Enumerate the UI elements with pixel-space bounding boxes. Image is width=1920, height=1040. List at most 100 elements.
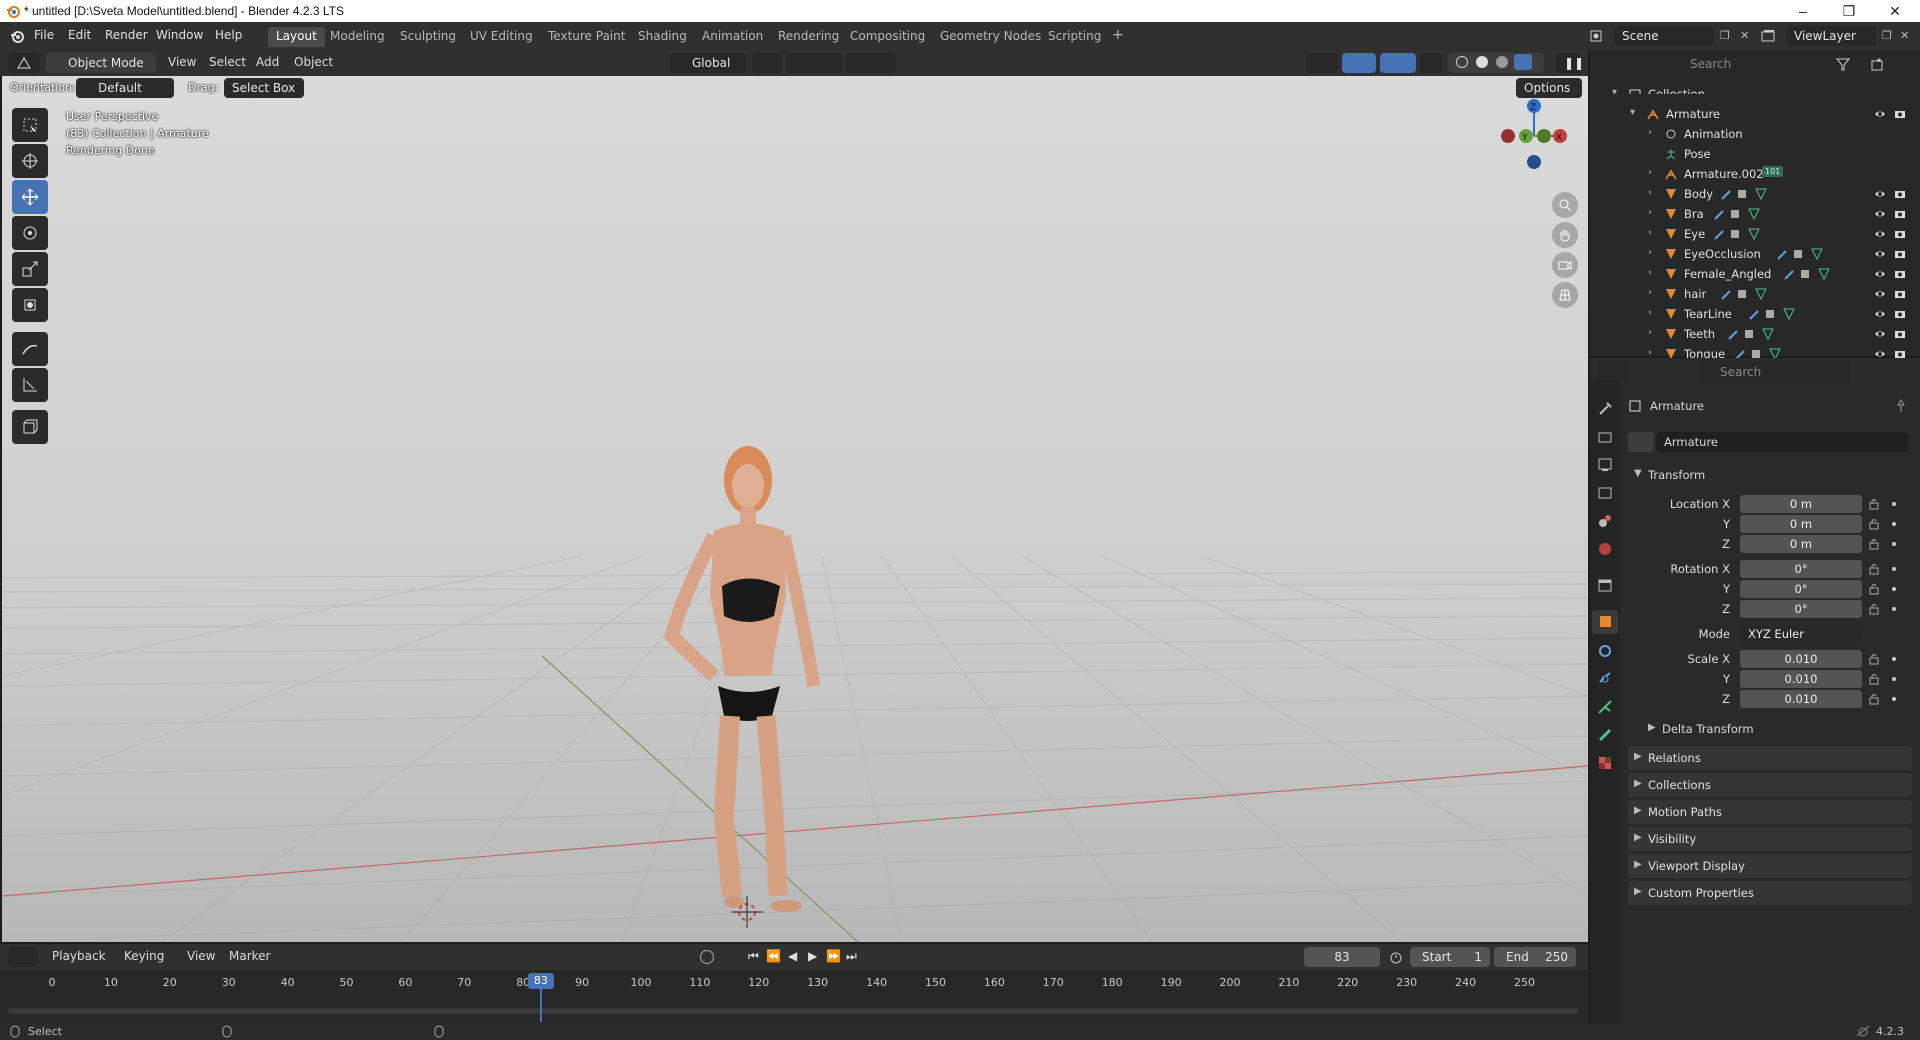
eye-icon[interactable] — [1874, 268, 1886, 280]
menu-window[interactable]: Window — [156, 28, 203, 42]
render-camera-icon[interactable] — [1894, 328, 1906, 340]
vp-menu-select[interactable]: Select — [209, 55, 246, 69]
transform-panel-header[interactable]: ▼ Transform — [1628, 464, 1912, 486]
scene-tab-icon[interactable] — [1596, 512, 1614, 530]
outliner-display-mode-button[interactable] — [1632, 54, 1662, 74]
perspective-toggle-icon[interactable] — [1552, 282, 1578, 308]
keyframe-dot-icon[interactable] — [1892, 607, 1896, 611]
scale-y-field[interactable]: 0.010 — [1740, 670, 1862, 688]
outliner-item[interactable]: ▾ Armature — [1590, 104, 1920, 124]
texture-tab-icon[interactable] — [1596, 754, 1614, 772]
keyframe-dot-icon[interactable] — [1892, 697, 1896, 701]
lock-icon[interactable] — [1868, 693, 1880, 705]
measure-tool[interactable] — [12, 368, 48, 402]
view-layer-new-icon[interactable]: ❐ — [1882, 29, 1892, 42]
transform-tool[interactable] — [12, 288, 48, 322]
jump-prev-keyframe-icon[interactable]: ⏪ — [766, 949, 781, 963]
object-tab-icon[interactable] — [1592, 610, 1618, 634]
tab-geometry-nodes[interactable]: Geometry Nodes — [932, 27, 1049, 47]
expand-arrow-icon[interactable]: › — [1648, 207, 1652, 218]
pin-icon[interactable] — [1894, 399, 1908, 413]
minimize-button[interactable]: – — [1780, 0, 1826, 22]
end-frame-field[interactable]: End 250 — [1494, 947, 1576, 967]
view-layer-tab-icon[interactable] — [1596, 484, 1614, 502]
expand-arrow-icon[interactable]: › — [1648, 227, 1652, 238]
keyframe-dot-icon[interactable] — [1892, 502, 1896, 506]
output-tab-icon[interactable] — [1596, 456, 1614, 474]
constraint-tab-icon[interactable] — [1596, 670, 1614, 688]
play-icon[interactable]: ▶ — [808, 949, 817, 963]
lock-icon[interactable] — [1868, 603, 1880, 615]
render-tab-icon[interactable] — [1596, 428, 1614, 446]
rendered-shading-icon[interactable] — [1514, 54, 1532, 70]
move-tool[interactable] — [12, 180, 48, 214]
tab-compositing[interactable]: Compositing — [842, 27, 933, 47]
timeline-scrollbar[interactable] — [8, 1008, 1578, 1014]
outliner-item[interactable]: ▾ Collection — [1590, 84, 1920, 94]
navigation-gizmo[interactable]: Z X Y — [1494, 86, 1574, 176]
eye-icon[interactable] — [1874, 308, 1886, 320]
delta-transform-subpanel[interactable]: ▶ Delta Transform — [1640, 718, 1912, 740]
transform-orientation-dropdown[interactable]: Global — [670, 53, 746, 73]
eye-icon[interactable] — [1874, 208, 1886, 220]
view-layer-selector[interactable]: ViewLayer — [1786, 26, 1876, 46]
location-z-field[interactable]: 0 m — [1740, 535, 1862, 553]
render-camera-icon[interactable] — [1894, 208, 1906, 220]
keyframe-dot-icon[interactable] — [1892, 587, 1896, 591]
current-frame-field[interactable]: 83 — [1304, 947, 1380, 967]
tab-layout[interactable]: Layout — [268, 27, 325, 47]
menu-file[interactable]: File — [34, 28, 54, 42]
rotate-tool[interactable] — [12, 216, 48, 250]
scale-z-field[interactable]: 0.010 — [1740, 690, 1862, 708]
outliner-item[interactable]: › Body — [1590, 184, 1920, 204]
jump-start-icon[interactable]: ⏮ — [748, 949, 759, 964]
timeline-menu-playback[interactable]: Playback — [52, 949, 106, 963]
outliner-item[interactable]: › TearLine — [1590, 304, 1920, 324]
tab-sculpting[interactable]: Sculpting — [392, 27, 464, 47]
pivot-point-button[interactable] — [752, 53, 782, 73]
expand-arrow-icon[interactable]: › — [1648, 247, 1652, 258]
timeline-area[interactable]: 0 10 20 30 40 50 60 70 80 90 100 110 120 130 140 150 160… — [0, 970, 1588, 1024]
wireframe-shading-icon[interactable] — [1456, 56, 1468, 68]
tab-uv-editing[interactable]: UV Editing — [462, 27, 541, 47]
jump-next-keyframe-icon[interactable]: ⏩ — [826, 949, 841, 963]
expand-arrow-icon[interactable]: › — [1648, 347, 1652, 358]
tool-tab-icon[interactable] — [1596, 400, 1614, 418]
render-camera-icon[interactable] — [1894, 288, 1906, 300]
panel-collections[interactable]: ▶ Collections — [1628, 773, 1912, 797]
menu-render[interactable]: Render — [105, 28, 148, 42]
eye-icon[interactable] — [1874, 288, 1886, 300]
outliner-item[interactable]: Pose — [1590, 144, 1920, 164]
expand-arrow-icon[interactable]: › — [1648, 267, 1652, 278]
annotate-tool[interactable] — [12, 332, 48, 366]
pan-hand-icon[interactable] — [1552, 222, 1578, 248]
lock-icon[interactable] — [1868, 673, 1880, 685]
3d-viewport[interactable]: User Perspective (83) Collection | Armat… — [2, 76, 1588, 942]
keyframe-dot-icon[interactable] — [1892, 542, 1896, 546]
auto-keying-icon[interactable] — [700, 950, 714, 964]
outliner-item[interactable]: › Animation — [1590, 124, 1920, 144]
drag-dropdown[interactable]: Select Box — [224, 78, 304, 98]
snap-button[interactable] — [786, 53, 842, 73]
select-box-tool[interactable] — [12, 108, 48, 142]
outliner-item[interactable]: › Eye — [1590, 224, 1920, 244]
panel-visibility[interactable]: ▶ Visibility — [1628, 827, 1912, 851]
tab-rendering[interactable]: Rendering — [770, 27, 847, 47]
datablock-name-field[interactable]: Armature — [1656, 432, 1908, 452]
expand-arrow-icon[interactable]: › — [1648, 307, 1652, 318]
render-camera-icon[interactable] — [1894, 308, 1906, 320]
expand-arrow-icon[interactable]: › — [1648, 327, 1652, 338]
material-shading-icon[interactable] — [1496, 56, 1508, 68]
shading-mode-group[interactable] — [1448, 53, 1544, 73]
tab-shading[interactable]: Shading — [630, 27, 695, 47]
location-x-field[interactable]: 0 m — [1740, 495, 1862, 513]
panel-viewport-display[interactable]: ▶ Viewport Display — [1628, 854, 1912, 878]
editor-type-button[interactable] — [8, 53, 40, 73]
lock-icon[interactable] — [1868, 538, 1880, 550]
outliner-new-collection-icon[interactable] — [1870, 57, 1884, 71]
tab-texture-paint[interactable]: Texture Paint — [540, 27, 633, 47]
timeline-editor-type-button[interactable] — [8, 947, 38, 967]
outliner-item[interactable]: › Female_Angled — [1590, 264, 1920, 284]
outliner-item[interactable]: › Armature.002 101 — [1590, 164, 1920, 184]
datablock-type-button[interactable] — [1628, 432, 1654, 452]
